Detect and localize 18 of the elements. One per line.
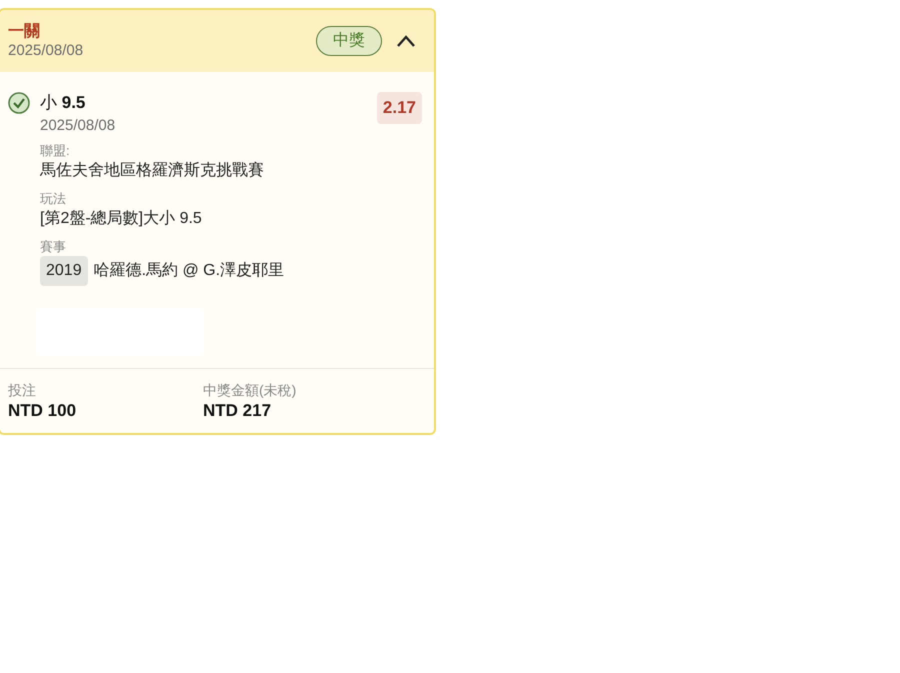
bet-date: 2025/08/08	[8, 42, 84, 60]
field-label: 玩法	[40, 190, 67, 208]
leg-date: 2025/08/08	[40, 118, 116, 134]
total-label: 中獎金額(未稅)	[203, 380, 298, 398]
field-value: 馬佐夫舍地區格羅濟斯克挑戰賽	[40, 160, 264, 180]
total-label: 投注	[8, 380, 37, 398]
match-tag: 2019	[40, 256, 88, 286]
total-amount: NTD 217	[203, 400, 272, 422]
field-value: 哈羅德.馬約 @ G.澤皮耶里	[94, 260, 284, 280]
status-badge: 中獎	[316, 26, 382, 56]
field-label: 聯盟:	[40, 142, 71, 160]
field-value: [第2盤-總局數]大小 9.5	[40, 208, 202, 228]
odds-badge: 2.17	[376, 92, 422, 124]
chevron-icon	[396, 35, 416, 47]
field-label: 賽事	[40, 238, 67, 256]
selection: 小 9.5	[40, 92, 86, 114]
total-amount: NTD 100	[8, 400, 78, 422]
bet-type: 一關	[8, 22, 41, 42]
